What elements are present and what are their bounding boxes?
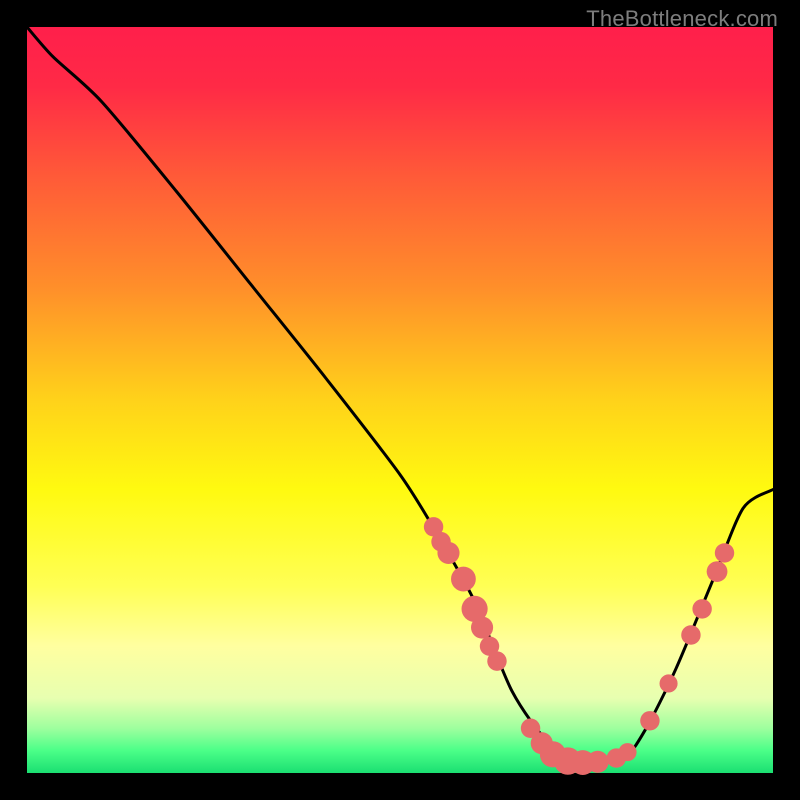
curve-marker <box>618 743 636 761</box>
curve-marker <box>660 674 678 692</box>
curve-marker <box>640 711 659 730</box>
plot-area <box>27 27 773 773</box>
attribution-label: TheBottleneck.com <box>586 6 778 32</box>
curve-marker <box>587 751 609 773</box>
curve-marker <box>692 599 711 618</box>
chart-container: TheBottleneck.com <box>0 0 800 800</box>
curve-marker <box>471 616 493 638</box>
curve-marker <box>707 561 728 582</box>
curve-marker <box>681 625 700 644</box>
curve-marker <box>451 567 476 592</box>
curve-marker <box>437 542 459 564</box>
curve-marker <box>715 543 734 562</box>
bottleneck-chart <box>0 0 800 800</box>
curve-marker <box>487 651 506 670</box>
